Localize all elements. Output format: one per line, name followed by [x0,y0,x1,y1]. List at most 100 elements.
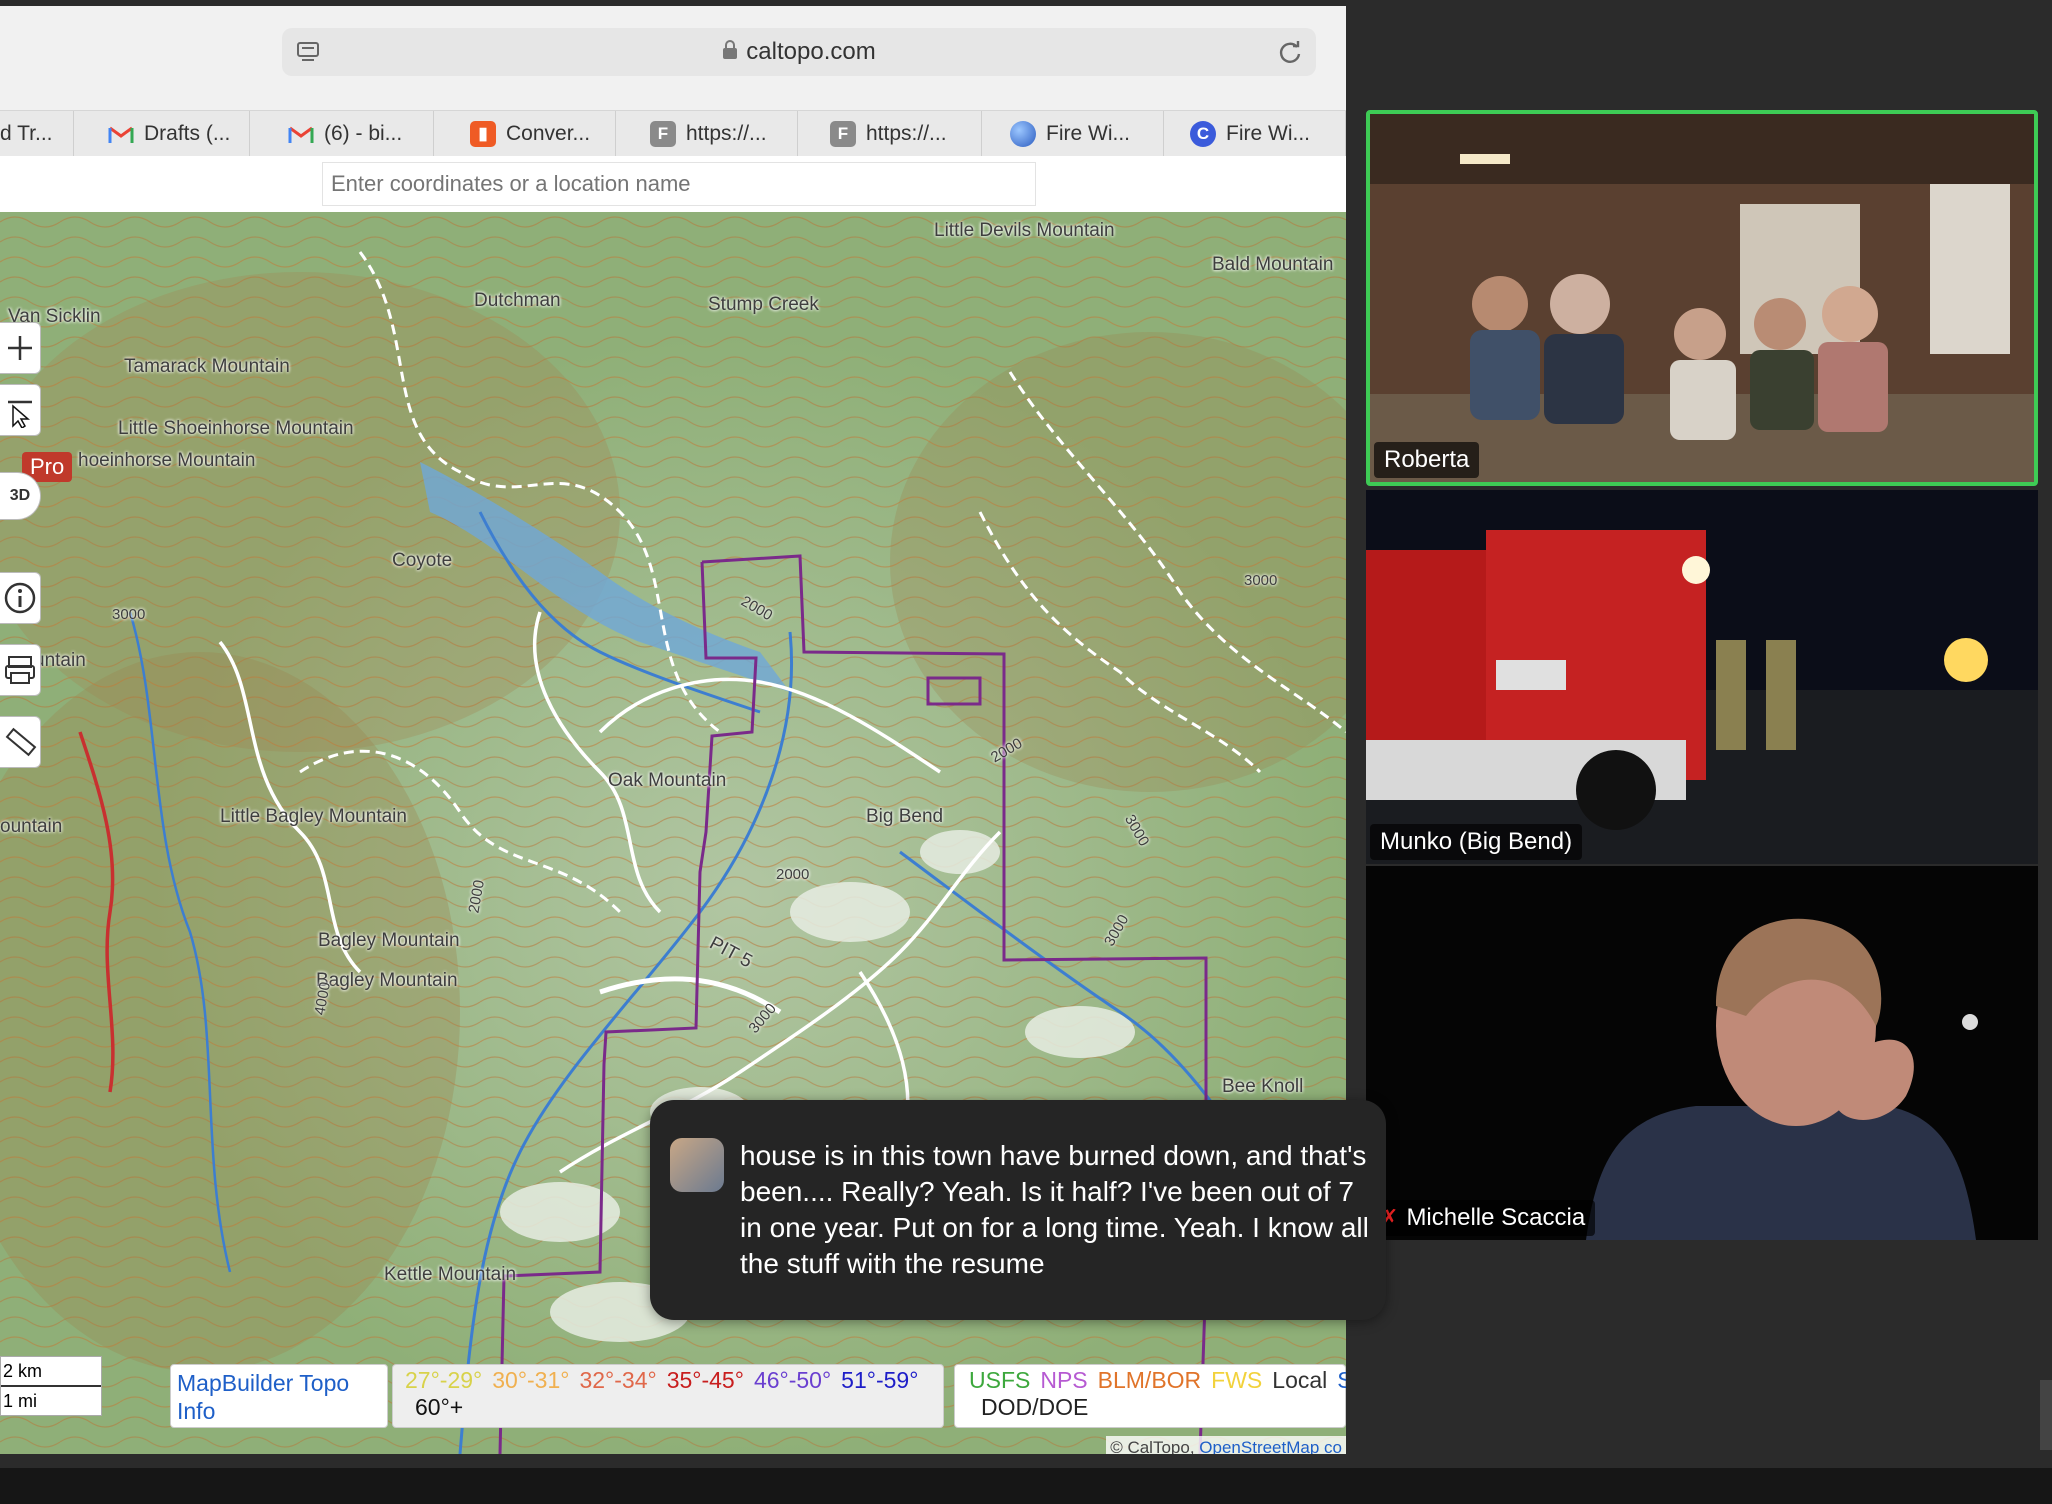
place-label: Bald Mountain [1212,254,1334,275]
f-icon: F [650,121,676,147]
tab-item[interactable]: Fire Wi... [986,111,1164,157]
place-label: Coyote [392,550,453,571]
attribution-text: © CalTopo, [1110,1438,1195,1454]
tab-item[interactable]: C Fire Wi... [1166,111,1346,157]
place-label: Dutchman [474,290,561,311]
tab-label: (6) - bi... [324,122,403,145]
gmail-icon [288,121,314,147]
place-label: Tamarack Mountain [124,356,290,377]
cursor-icon [8,400,32,428]
location-search-input[interactable] [322,162,1036,206]
land-category: DOD/DOE [981,1394,1089,1420]
land-category: S [1337,1367,1346,1393]
globe-icon [1010,121,1036,147]
live-caption: house is in this town have burned down, … [650,1100,1386,1320]
place-label: Kettle Mountain [384,1264,517,1285]
contour-label: 3000 [112,606,146,623]
gmail-icon [108,121,134,147]
tab-label: d Tr... [0,122,53,145]
lock-icon [722,39,738,65]
participant-video-feed [1366,866,2038,1240]
map-scale: 2 km 1 mi [0,1356,102,1416]
video-tile-roberta[interactable]: Roberta [1366,110,2038,486]
tab-label: https://... [866,122,947,145]
tab-item[interactable]: F https://... [806,111,982,157]
print-icon [5,656,35,684]
place-label: untain [34,650,86,671]
temp-range: 32°-34° [579,1367,657,1393]
tab-label: Fire Wi... [1226,122,1310,145]
place-label: Oak Mountain [608,770,727,791]
place-label: Stump Creek [708,294,819,315]
temp-range: 35°-45° [666,1367,744,1393]
map-search-row [0,156,1346,218]
osm-link[interactable]: OpenStreetMap co [1199,1438,1342,1454]
info-button[interactable] [0,572,41,624]
participant-name: Roberta [1374,442,1480,478]
measure-button[interactable] [0,716,41,768]
temp-range: 51°-59° [841,1367,919,1393]
browser-toolbar: caltopo.com [0,6,1346,110]
place-label: Little Shoeinhorse Mountain [118,418,354,439]
place-label: Bagley Mountain [318,930,460,951]
speaker-avatar [670,1138,724,1192]
scale-mi: 1 mi [3,1391,38,1411]
address-bar[interactable]: caltopo.com [282,28,1316,76]
room-video-feed [1370,114,2034,482]
tab-item[interactable]: Drafts (... [84,111,250,157]
f-icon: F [830,121,856,147]
contour-label: 2000 [776,866,810,883]
plus-icon [8,336,32,360]
3d-label: 3D [9,487,31,504]
tab-item[interactable]: ▮ Conver... [446,111,616,157]
scale-km: 2 km [1,1357,101,1387]
tab-label: https://... [686,122,767,145]
desktop-bottom-strip [0,1468,2052,1504]
place-label: hoeinhorse Mountain [78,450,256,471]
place-label: ountain [0,816,63,837]
layer-name[interactable]: MapBuilder Topo [177,1369,381,1397]
bookmark-tabs-bar: d Tr... Drafts (... (6) - bi... ▮ Conver… [0,110,1346,158]
land-category: Local [1272,1367,1328,1393]
place-label: Bee Knoll [1222,1076,1304,1097]
land-category: BLM/BOR [1097,1367,1202,1393]
contour-label: 3000 [1244,572,1278,589]
c-icon: C [1190,121,1216,147]
temp-range: 30°-31° [492,1367,570,1393]
info-icon [4,582,36,614]
zoom-in-button[interactable] [0,322,41,374]
land-category: USFS [969,1367,1031,1393]
participant-name: Munko (Big Bend) [1370,824,1583,860]
reload-icon[interactable] [1276,38,1304,66]
video-tile-michelle[interactable]: ✗ Michelle Scaccia [1366,866,2038,1240]
video-tile-munko[interactable]: Munko (Big Bend) [1366,490,2038,864]
tab-item[interactable]: d Tr... [0,111,74,157]
place-label: Little Devils Mountain [934,220,1115,241]
fire-truck-video-feed [1366,490,2038,864]
ruler-icon [5,727,37,757]
tab-item[interactable]: (6) - bi... [264,111,434,157]
tab-item[interactable]: F https://... [626,111,798,157]
temperature-legend: 27°-29° 30°-31° 32°-34° 35°-45° 46°-50° 51°-5… [392,1364,944,1428]
temp-range: 60°+ [415,1394,464,1420]
land-category: FWS [1211,1367,1263,1393]
zoom-out-button[interactable] [0,384,41,436]
map-attribution: © CalTopo, OpenStreetMap co [1106,1436,1346,1454]
page-menu-icon[interactable] [296,40,320,64]
layer-info-link[interactable]: Info [177,1397,381,1425]
tab-label: Drafts (... [144,122,231,145]
place-label: Big Bend [866,806,944,827]
layer-legend[interactable]: MapBuilder Topo Info [170,1364,388,1428]
window-edge [2040,1380,2052,1450]
print-button[interactable] [0,644,41,696]
temp-range: 46°-50° [753,1367,832,1393]
participant-name-plate: ✗ Michelle Scaccia [1370,1200,1596,1236]
tab-label: Conver... [506,122,591,145]
participant-name: Michelle Scaccia [1406,1204,1586,1231]
url-text: caltopo.com [746,38,876,65]
bookmark-icon: ▮ [470,121,496,147]
place-label: Little Bagley Mountain [220,806,407,827]
caption-text: house is in this town have burned down, … [740,1140,1369,1279]
land-ownership-legend: USFS NPS BLM/BOR FWS Local S DOD/DOE [954,1364,1346,1428]
land-category: NPS [1040,1367,1088,1393]
